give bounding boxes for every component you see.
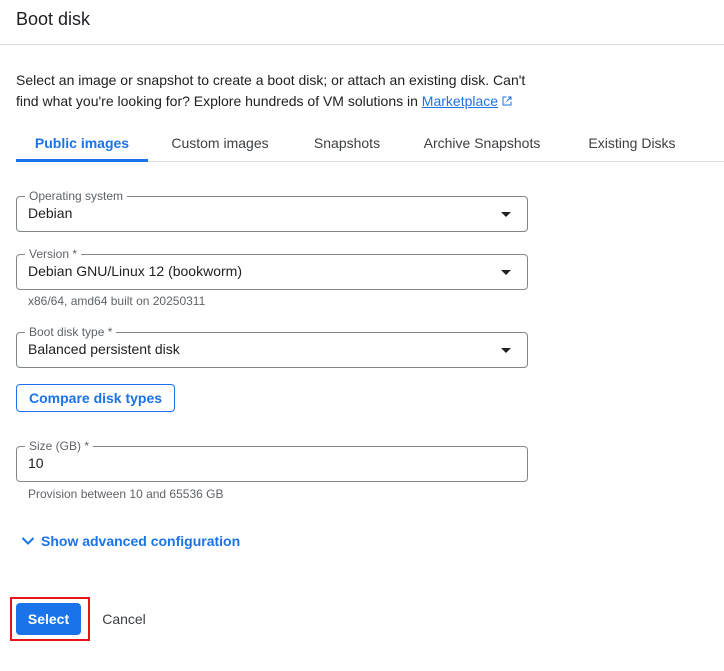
dropdown-arrow-icon (501, 212, 511, 217)
size-value: 10 (28, 455, 44, 471)
dialog-title: Boot disk (16, 9, 91, 29)
boot-disk-type-select[interactable]: Boot disk type * Balanced persistent dis… (16, 324, 528, 368)
version-select[interactable]: Version * Debian GNU/Linux 12 (bookworm) (16, 246, 528, 290)
size-label: Size (GB) * (25, 438, 94, 454)
size-input[interactable]: Size (GB) * 10 (16, 438, 528, 482)
boot-disk-type-label: Boot disk type * (25, 324, 117, 340)
intro-text: Select an image or snapshot to create a … (16, 70, 536, 112)
select-button[interactable]: Select (16, 603, 81, 635)
title-divider (0, 44, 724, 45)
operating-system-value: Debian (28, 205, 73, 221)
image-source-tabs: Public images Custom images Snapshots Ar… (16, 124, 724, 162)
marketplace-link[interactable]: Marketplace (422, 93, 513, 109)
tab-archive-snapshots[interactable]: Archive Snapshots (412, 124, 552, 162)
operating-system-label: Operating system (25, 188, 128, 204)
tab-snapshots[interactable]: Snapshots (300, 124, 394, 162)
tab-public-images[interactable]: Public images (16, 124, 148, 162)
version-hint: x86/64, amd64 built on 20250311 (28, 294, 206, 308)
dropdown-arrow-icon (501, 270, 511, 275)
chevron-down-icon (21, 537, 35, 545)
cancel-button[interactable]: Cancel (92, 603, 156, 635)
compare-disk-types-button[interactable]: Compare disk types (16, 384, 176, 412)
dropdown-arrow-icon (501, 348, 511, 353)
tab-custom-images[interactable]: Custom images (156, 124, 284, 162)
tab-existing-disks[interactable]: Existing Disks (576, 124, 688, 162)
marketplace-link-label: Marketplace (421, 93, 499, 109)
boot-disk-type-value: Balanced persistent disk (28, 341, 180, 357)
show-advanced-configuration-label: Show advanced configuration (41, 533, 241, 549)
show-advanced-configuration-toggle[interactable]: Show advanced configuration (20, 531, 240, 551)
size-hint: Provision between 10 and 65536 GB (28, 487, 224, 501)
external-link-icon (502, 96, 512, 106)
operating-system-select[interactable]: Operating system Debian (16, 188, 528, 232)
version-label: Version * (25, 246, 82, 262)
version-value: Debian GNU/Linux 12 (bookworm) (28, 263, 242, 279)
